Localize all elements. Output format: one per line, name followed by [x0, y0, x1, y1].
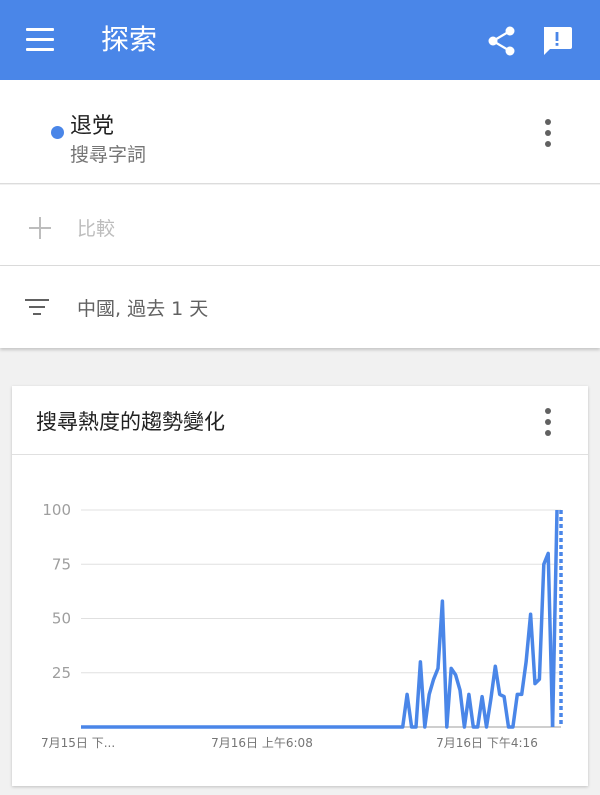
app-bar: 探索: [0, 0, 600, 80]
feedback-icon[interactable]: [541, 25, 573, 57]
x-tick-label: 7月16日 上午6:08: [211, 736, 313, 750]
y-tick-label: 75: [52, 555, 71, 573]
series-partial-segment: [550, 509, 559, 728]
term-color-dot: [51, 126, 64, 139]
term-overflow-menu-icon[interactable]: [544, 119, 552, 147]
series-line: [81, 551, 555, 729]
interest-over-time-card: 搜尋熱度的趨勢變化 25 50 75 100 7月15日 下... 7月16日 上午6:0…: [12, 386, 588, 786]
search-term-name[interactable]: 退党: [70, 108, 114, 140]
page-title: 探索: [101, 23, 158, 56]
search-term-type: 搜尋字詞: [70, 144, 147, 166]
x-tick-label: 7月15日 下...: [41, 736, 115, 750]
interest-line-chart: 25 50 75 100 7月15日 下... 7月16日 上午6:08 7月16日 下午4…: [41, 501, 563, 750]
filter-icon[interactable]: [25, 299, 49, 317]
x-tick-label: 7月16日 下午4:16: [436, 736, 538, 750]
y-tick-label: 25: [52, 664, 71, 682]
compare-label[interactable]: 比較: [77, 214, 115, 241]
y-tick-label: 100: [42, 501, 71, 519]
plus-icon[interactable]: [29, 217, 51, 239]
filter-label[interactable]: 中國, 過去 1 天: [77, 294, 208, 321]
menu-icon[interactable]: [26, 28, 54, 52]
share-icon[interactable]: [487, 26, 517, 56]
y-tick-label: 50: [52, 610, 71, 628]
